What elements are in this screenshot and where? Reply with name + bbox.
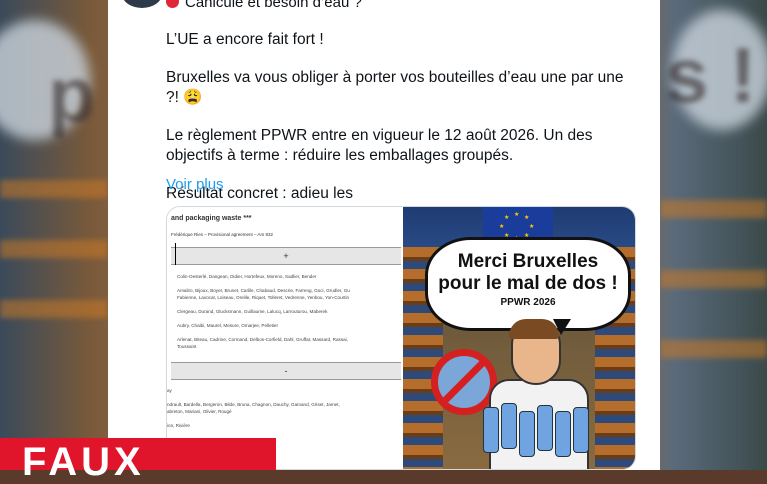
background-shelf	[0, 240, 108, 258]
man-figure-hair	[509, 319, 559, 339]
document-minus-bar: -	[171, 362, 401, 380]
document-line: Arlenat, Biteau, Cadrine, Cormand, Delbo…	[177, 337, 348, 342]
prohibited-sign-icon	[431, 349, 497, 415]
tweet-card[interactable]: Canicule et besoin d’eau ? L’UE a encore…	[108, 0, 660, 470]
speech-bubble: Merci Bruxelles pour le mal de dos ! PPW…	[425, 237, 631, 331]
document-line: Aubry, Chaibi, Maurel, Mesure, Omarjee, …	[177, 323, 279, 328]
document-line: Toussaint	[177, 344, 197, 349]
background-shelf	[0, 300, 108, 318]
speech-tag: PPWR 2026	[500, 297, 556, 308]
water-bottle-icon	[573, 407, 589, 453]
tweet-body: L’UE a encore fait fort ! Bruxelles va v…	[166, 30, 636, 208]
cartoon-illustration[interactable]: ★ ★ ★ ★ ★ ★ ★ ★ Merci Bruxelles pour le …	[403, 207, 635, 469]
document-line: Clergeau, Durand, Glucksmann, Guillaume,…	[177, 309, 328, 314]
document-plus-bar: +	[171, 247, 401, 265]
document-line: Fabienne, Lavocat, Loiseau, Oreille, Riq…	[177, 295, 350, 300]
document-line: ion, Rivière	[167, 423, 190, 428]
tweet-paragraph: Résultat concret : adieu les	[166, 185, 353, 202]
document-line: ndrault, Bardella, Bergeron, Bilde, Brun…	[167, 402, 340, 407]
water-bottle-icon	[483, 407, 499, 453]
water-bottle-icon	[537, 405, 553, 451]
document-subtitle: Frédérique Ries – Provisional agreement …	[171, 232, 274, 237]
background-blur-text-left: p	[48, 51, 96, 139]
speech-line-2: pour le mal de dos !	[438, 273, 618, 294]
tweet-first-line: Canicule et besoin d’eau ?	[166, 0, 362, 11]
avatar[interactable]	[122, 0, 162, 8]
document-line: Colin-Oesterlé, Dangean, Didier, Hortefe…	[177, 274, 317, 279]
see-more-link[interactable]: Voir plus	[166, 176, 224, 193]
background-shelf	[660, 200, 767, 218]
water-bottle-icon	[555, 411, 571, 457]
background-blur-text-right: s !	[665, 31, 757, 119]
tweet-paragraph: Le règlement PPWR entre en vigueur le 12…	[166, 127, 593, 164]
verdict-label: FAUX	[22, 440, 145, 484]
speech-line-1: Merci Bruxelles	[457, 251, 599, 272]
background-shelf	[660, 270, 767, 288]
background-shelf	[660, 340, 767, 358]
verdict-badge: FAUX	[0, 438, 276, 482]
tweet-paragraph: Bruxelles va vous obliger à porter vos b…	[166, 69, 624, 106]
red-circle-icon	[166, 0, 179, 8]
water-bottle-icon	[501, 403, 517, 449]
tweet-media[interactable]: and packaging waste *** Frédérique Ries …	[166, 206, 636, 470]
tweet-header-text: Canicule et besoin d’eau ?	[185, 0, 362, 11]
water-bottle-icon	[519, 411, 535, 457]
tweet-paragraph: L’UE a encore fait fort !	[166, 31, 324, 48]
background-shelf	[0, 180, 108, 198]
document-line: abreton, Mariani, Olivier, Rougé	[167, 409, 232, 414]
document-title: and packaging waste ***	[171, 215, 252, 222]
document-cursor-line	[175, 243, 176, 265]
document-line: ay	[167, 388, 172, 393]
vote-document-image[interactable]: and packaging waste *** Frédérique Ries …	[167, 207, 403, 469]
document-line: Amaliro, Bijoux, Boyer, Brunet, Carlile,…	[177, 288, 350, 293]
